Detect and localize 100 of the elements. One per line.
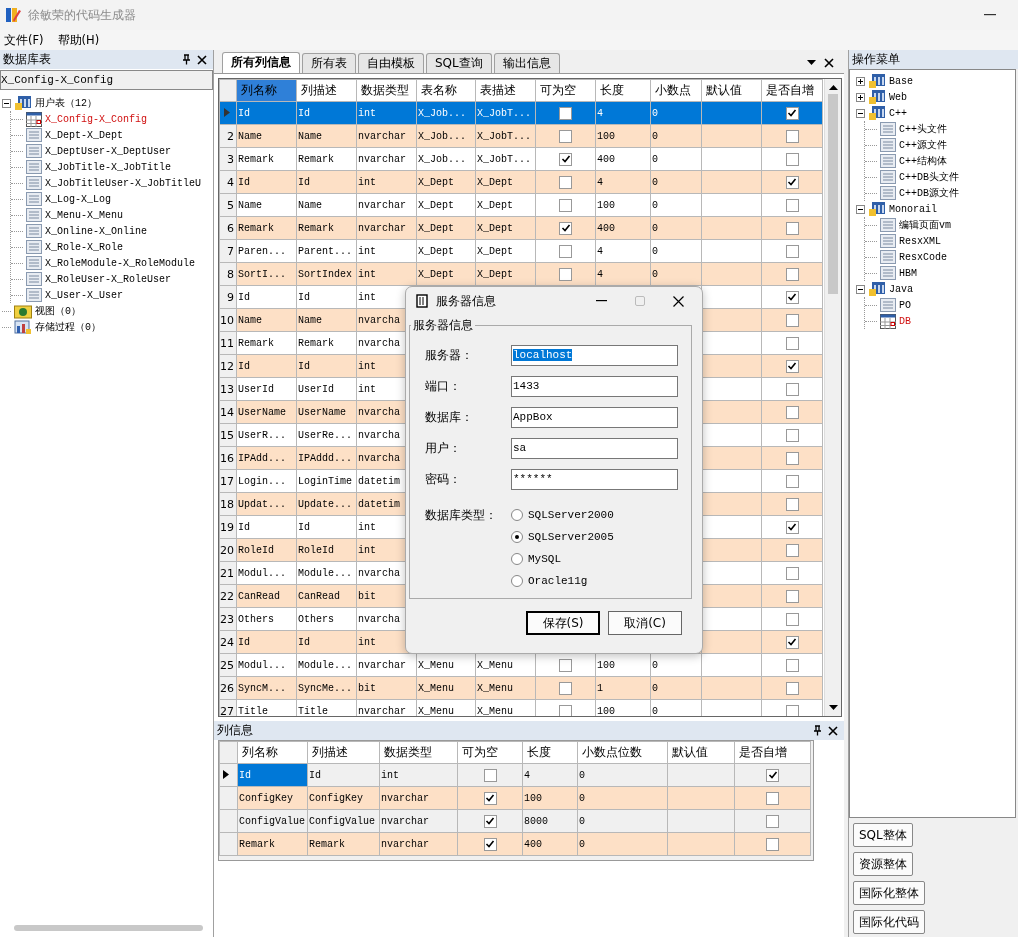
- scrollbar[interactable]: [14, 925, 203, 931]
- close-icon[interactable]: [673, 295, 684, 307]
- row-header[interactable]: 10: [219, 308, 237, 332]
- column-header[interactable]: 默认值: [667, 741, 735, 764]
- column-header[interactable]: 数据类型: [356, 79, 417, 102]
- tree-item[interactable]: Monorail: [889, 203, 937, 215]
- table-row[interactable]: 8 SortI... SortIndex int X_Dept X_Dept 4 0: [219, 262, 823, 286]
- checkbox[interactable]: [766, 768, 779, 782]
- checkbox[interactable]: [785, 267, 799, 281]
- tree-item[interactable]: X_Config-X_Config: [45, 113, 148, 125]
- checkbox[interactable]: [785, 106, 799, 120]
- checkbox[interactable]: [785, 451, 799, 465]
- checkbox[interactable]: [559, 221, 572, 235]
- checkbox[interactable]: [785, 221, 799, 235]
- collapse-icon[interactable]: [856, 108, 865, 118]
- column-header[interactable]: 数据类型: [379, 741, 458, 764]
- checkbox[interactable]: [785, 566, 799, 580]
- row-header[interactable]: 8: [219, 262, 237, 286]
- row-header[interactable]: [219, 763, 238, 787]
- tree-item[interactable]: PO: [899, 299, 911, 311]
- checkbox[interactable]: [559, 106, 572, 120]
- checkbox[interactable]: [483, 791, 497, 805]
- checkbox[interactable]: [766, 837, 779, 851]
- radio-option[interactable]: MySQL: [511, 551, 614, 567]
- close-icon[interactable]: [828, 725, 838, 736]
- tree-item[interactable]: 存储过程（0）: [35, 320, 101, 334]
- tree-item[interactable]: X_DeptUser-X_DeptUser: [45, 145, 172, 157]
- table-row[interactable]: Remark Remark nvarchar 400 0: [219, 832, 811, 856]
- action-button[interactable]: 国际化整体: [853, 881, 925, 905]
- tab[interactable]: 所有列信息: [222, 52, 300, 73]
- row-header[interactable]: 9: [219, 285, 237, 309]
- row-header[interactable]: 2: [219, 124, 237, 148]
- checkbox[interactable]: [785, 129, 799, 143]
- checkbox[interactable]: [785, 704, 799, 716]
- checkbox[interactable]: [785, 152, 799, 166]
- checkbox[interactable]: [785, 589, 799, 603]
- row-header[interactable]: 26: [219, 676, 237, 700]
- radio-option[interactable]: SQLServer2005: [511, 529, 614, 545]
- scroll-down-icon[interactable]: [828, 705, 838, 710]
- row-header[interactable]: 11: [219, 331, 237, 355]
- collapse-icon[interactable]: [2, 98, 11, 108]
- input-field[interactable]: localhost: [511, 345, 678, 366]
- checkbox[interactable]: [785, 474, 799, 488]
- row-header[interactable]: 15: [219, 423, 237, 447]
- checkbox[interactable]: [559, 244, 572, 258]
- checkbox[interactable]: [785, 290, 799, 304]
- checkbox[interactable]: [785, 198, 799, 212]
- input-field[interactable]: AppBox: [511, 407, 678, 428]
- checkbox[interactable]: [559, 175, 572, 189]
- action-button[interactable]: 国际化代码: [853, 910, 925, 934]
- scroll-thumb[interactable]: [828, 94, 838, 294]
- tree-item[interactable]: C++DB头文件: [899, 170, 959, 184]
- checkbox[interactable]: [559, 658, 572, 672]
- checkbox[interactable]: [785, 244, 799, 258]
- tree-item[interactable]: Base: [889, 75, 913, 87]
- column-header[interactable]: 表名称: [416, 79, 476, 102]
- checkbox[interactable]: [483, 814, 497, 828]
- column-header[interactable]: 小数点: [650, 79, 702, 102]
- tree-item[interactable]: X_Role-X_Role: [45, 241, 123, 253]
- table-row[interactable]: 3 Remark Remark nvarchar X_Job... X_JobT... 400 0: [219, 147, 823, 171]
- column-header[interactable]: 可为空: [535, 79, 596, 102]
- close-icon[interactable]: [824, 57, 834, 68]
- row-header[interactable]: 21: [219, 561, 237, 585]
- radio-button[interactable]: [511, 575, 523, 587]
- radio-button[interactable]: [511, 509, 523, 521]
- table-row[interactable]: ConfigValue ConfigValue nvarchar 8000 0: [219, 809, 811, 833]
- radio-button[interactable]: [511, 553, 523, 565]
- tree-item[interactable]: X_Menu-X_Menu: [45, 209, 123, 221]
- column-header[interactable]: 列描述: [296, 79, 357, 102]
- pin-icon[interactable]: [813, 725, 822, 736]
- checkbox[interactable]: [785, 313, 799, 327]
- row-header[interactable]: 19: [219, 515, 237, 539]
- table-row[interactable]: 7 Paren... Parent... int X_Dept X_Dept 4 0: [219, 239, 823, 263]
- row-header[interactable]: 3: [219, 147, 237, 171]
- dialog-button[interactable]: 保存(S): [526, 611, 600, 635]
- tree-item[interactable]: X_JobTitle-X_JobTitle: [45, 161, 172, 173]
- checkbox[interactable]: [559, 198, 572, 212]
- row-header[interactable]: 4: [219, 170, 237, 194]
- table-row[interactable]: 2 Name Name nvarchar X_Job... X_JobT... 100 0: [219, 124, 823, 148]
- table-row[interactable]: 5 Name Name nvarchar X_Dept X_Dept 100 0: [219, 193, 823, 217]
- column-header[interactable]: 长度: [522, 741, 578, 764]
- tree-item[interactable]: HBM: [899, 267, 917, 279]
- checkbox[interactable]: [785, 428, 799, 442]
- row-header[interactable]: 18: [219, 492, 237, 516]
- tree-item[interactable]: X_RoleUser-X_RoleUser: [45, 273, 172, 285]
- row-header[interactable]: 25: [219, 653, 237, 677]
- table-row[interactable]: 6 Remark Remark nvarchar X_Dept X_Dept 400 0: [219, 216, 823, 240]
- row-header[interactable]: 24: [219, 630, 237, 654]
- action-button[interactable]: SQL整体: [853, 823, 913, 847]
- expand-icon[interactable]: [856, 76, 865, 86]
- row-header[interactable]: 23: [219, 607, 237, 631]
- row-header[interactable]: [219, 101, 237, 125]
- tree-item[interactable]: X_Dept-X_Dept: [45, 129, 123, 141]
- row-header[interactable]: 14: [219, 400, 237, 424]
- checkbox[interactable]: [559, 152, 572, 166]
- checkbox[interactable]: [785, 405, 799, 419]
- checkbox[interactable]: [785, 543, 799, 557]
- checkbox[interactable]: [785, 497, 799, 511]
- column-header[interactable]: 可为空: [457, 741, 523, 764]
- tree-item[interactable]: 视图（0）: [35, 304, 81, 318]
